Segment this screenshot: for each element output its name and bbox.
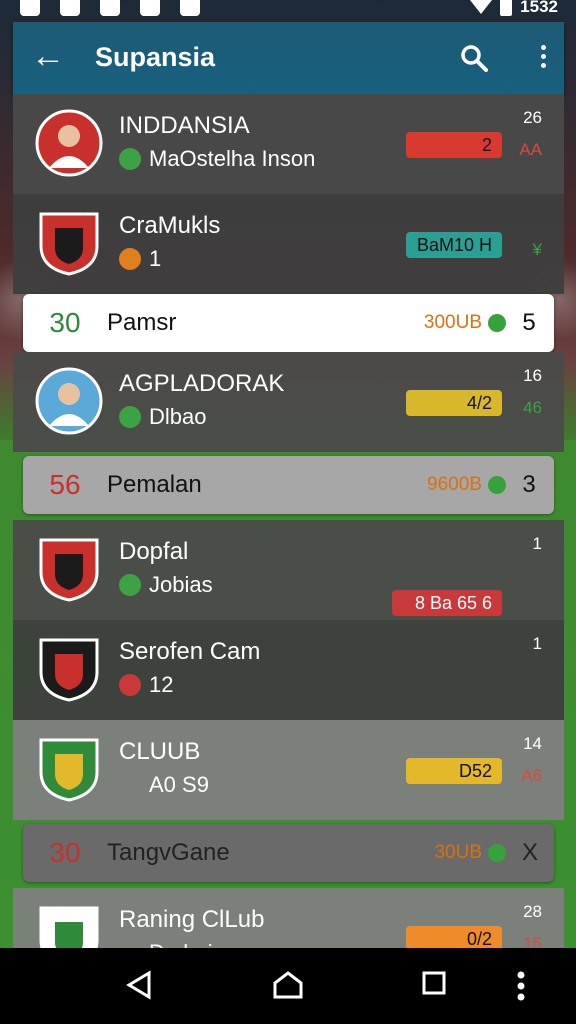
player-name: Pemalan — [107, 471, 202, 498]
notification-icon — [60, 0, 80, 16]
wifi-icon — [470, 0, 493, 14]
player-name: Pamsr — [107, 309, 177, 336]
team-subtitle: Dlbao — [119, 404, 206, 430]
rank-value: 1 — [532, 534, 542, 553]
status-icon — [119, 406, 141, 428]
team-row[interactable]: Dopfal Jobias 1 8 Ba 65 6 — [13, 520, 564, 620]
notification-icon — [20, 0, 40, 16]
rank-value: 1 — [532, 634, 542, 653]
position-number: 30 — [49, 307, 81, 338]
notification-icon — [180, 0, 200, 16]
square-recent-icon[interactable] — [421, 970, 447, 996]
team-row[interactable]: AGPLADORAK Dlbao 16 4/2 46 — [13, 352, 564, 452]
subtitle-text: Jobias — [149, 572, 213, 597]
status-time: 1532 — [520, 0, 558, 16]
page-title: Supansia — [95, 42, 216, 72]
score-badge: BaM10 H — [406, 232, 502, 258]
change-value: A6 — [521, 766, 542, 785]
team-subtitle: 12 — [119, 672, 173, 698]
player-avatar — [35, 367, 103, 435]
position-number: 56 — [49, 469, 81, 500]
points-value: 3 — [522, 471, 536, 498]
team-crest-icon — [39, 212, 99, 276]
score-badge: 8 Ba 65 6 — [392, 590, 502, 616]
notification-icons — [20, 0, 200, 16]
position-number: 30 — [49, 837, 81, 868]
points-value: 5 — [522, 309, 536, 336]
app-bar: ← Supansia — [13, 22, 564, 94]
status-icon — [119, 248, 141, 270]
rank-value: 14 — [523, 734, 542, 753]
status-dot-icon — [488, 314, 506, 332]
team-name: Dopfal — [119, 538, 189, 565]
status-icon — [119, 674, 141, 696]
notification-icon — [140, 0, 160, 16]
points-value: X — [522, 839, 539, 866]
status-icon — [119, 774, 141, 796]
score-badge: 4/2 — [406, 390, 502, 416]
rank-value: 28 — [523, 902, 542, 921]
dots-icon[interactable] — [514, 970, 528, 1002]
team-subtitle: A0 S9 — [119, 772, 209, 798]
player-name: TangvGane — [107, 839, 230, 866]
standings-list: INDDANSIA MaOstelha Inson 26 2 AA CraMukls 1 Ba… — [13, 94, 564, 988]
more-vert-icon[interactable] — [538, 42, 548, 72]
team-name: Raning ClLub — [119, 906, 265, 933]
subtitle-text: A0 S9 — [149, 772, 209, 797]
search-icon[interactable] — [460, 44, 488, 72]
team-name: INDDANSIA — [119, 112, 250, 139]
team-name: CLUUB — [119, 738, 201, 765]
status-dot-icon — [488, 476, 506, 494]
triangle-back-icon[interactable] — [125, 970, 153, 1000]
team-subtitle: 1 — [119, 246, 161, 272]
arrow-left-icon[interactable]: ← — [31, 36, 65, 76]
score-value: 30UB — [434, 842, 482, 863]
highlight-row[interactable]: 56 Pemalan 9600B 3 — [23, 456, 554, 514]
status-dot-icon — [488, 844, 506, 862]
team-row[interactable]: CraMukls 1 BaM10 H ¥ — [13, 194, 564, 294]
rank-value: 26 — [523, 108, 542, 127]
team-name: AGPLADORAK — [119, 370, 285, 397]
score-badge: D52 — [406, 758, 502, 784]
change-value: AA — [519, 140, 542, 159]
change-value: 46 — [523, 398, 542, 417]
subtitle-text: 12 — [149, 672, 174, 697]
subtitle-text: 1 — [149, 246, 162, 271]
subtitle-text: MaOstelha Inson — [149, 146, 316, 171]
subtitle-text: Dlbao — [149, 404, 207, 429]
team-subtitle: MaOstelha Inson — [119, 146, 315, 172]
home-icon[interactable] — [272, 970, 304, 1000]
score-value: 300UB — [423, 312, 482, 333]
team-row[interactable]: INDDANSIA MaOstelha Inson 26 2 AA — [13, 94, 564, 194]
team-crest-icon — [39, 638, 99, 702]
team-row[interactable]: Serofen Cam 12 1 — [13, 620, 564, 720]
team-name: CraMukls — [119, 212, 221, 239]
notification-icon — [100, 0, 120, 16]
change-value: ¥ — [532, 240, 542, 259]
score-value: 9600B — [427, 474, 482, 495]
status-bar: 1532 — [0, 0, 576, 22]
highlight-row[interactable]: 30 Pamsr 300UB 5 — [23, 294, 554, 352]
battery-icon — [500, 0, 513, 16]
player-avatar — [35, 109, 103, 177]
team-crest-icon — [39, 738, 99, 802]
team-row[interactable]: CLUUB A0 S9 14 D52 A6 — [13, 720, 564, 820]
team-subtitle: Jobias — [119, 572, 213, 598]
rank-value: 16 — [523, 366, 542, 385]
status-icon — [119, 574, 141, 596]
highlight-row[interactable]: 30 TangvGane 30UB X — [23, 824, 554, 882]
team-name: Serofen Cam — [119, 638, 261, 665]
status-icon — [119, 148, 141, 170]
score-badge: 2 — [406, 132, 502, 158]
team-crest-icon — [39, 538, 99, 602]
system-nav-bar — [0, 948, 576, 1024]
